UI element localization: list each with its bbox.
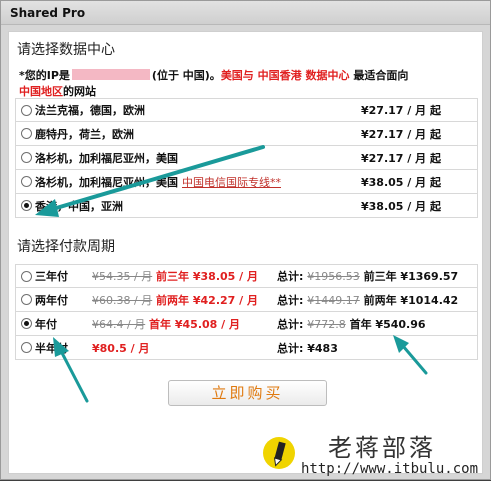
datacenter-price: ¥38.05 / 月 起 (361, 199, 441, 213)
purchase-window: Shared Pro 请选择数据中心 *您的IP是 (位于 中国)。美国与 中国香… (0, 0, 491, 480)
datacenter-option-frankfurt[interactable]: 法兰克福，德国，欧洲 ¥27.17 / 月 起 (15, 98, 478, 122)
location-notice: *您的IP是 (位于 中国)。美国与 中国香港 数据中心 最适合面向中国地区的网站 (19, 68, 477, 100)
billing-option-2-year[interactable]: 两年付 ¥60.38 / 月 前两年 ¥42.27 / 月 总计: ¥1449.… (15, 288, 478, 312)
old-total: ¥1956.53 (307, 270, 360, 283)
notice-region: 中国地区 (19, 85, 63, 98)
billing-option-annual[interactable]: 年付 ¥64.4 / 月 首年 ¥45.08 / 月 总计: ¥772.8 首年… (15, 312, 478, 336)
radio-button[interactable] (21, 342, 32, 353)
notice-middle: 最适合面向 (349, 69, 409, 82)
billing-price: ¥54.35 / 月 前三年 ¥38.05 / 月 (92, 268, 258, 284)
datacenter-list: 法兰克福，德国，欧洲 ¥27.17 / 月 起 鹿特丹，荷兰，欧洲 ¥27.17… (15, 98, 478, 218)
billing-total: 总计: ¥483 (277, 340, 338, 356)
offer-price: 前三年 ¥38.05 / 月 (156, 270, 259, 283)
old-total: ¥772.8 (307, 317, 346, 331)
window-title: Shared Pro (1, 1, 490, 25)
total-label: 总计: (277, 341, 304, 355)
datacenter-price: ¥38.05 / 月 起 (361, 175, 441, 189)
datacenter-option-rotterdam[interactable]: 鹿特丹，荷兰，欧洲 ¥27.17 / 月 起 (15, 122, 478, 146)
radio-button-checked[interactable] (21, 318, 32, 329)
cn2-line-link[interactable]: 中国电信国际专线** (182, 174, 281, 190)
old-price: ¥54.35 / 月 (92, 270, 153, 283)
notice-prefix: *您的IP是 (19, 69, 70, 82)
billing-label: 半年付 (35, 341, 68, 355)
datacenter-option-los-angeles[interactable]: 洛杉机，加利福尼亚州，美国 ¥27.17 / 月 起 (15, 146, 478, 170)
watermark-logo (263, 437, 295, 469)
total-value: 首年 ¥540.96 (349, 317, 426, 331)
offer-price: 首年 ¥45.08 / 月 (149, 317, 241, 331)
billing-label: 三年付 (35, 270, 68, 283)
datacenter-price: ¥27.17 / 月 起 (361, 151, 441, 165)
billing-label: 两年付 (35, 293, 68, 307)
datacenter-label: 鹿特丹，荷兰，欧洲 (35, 127, 134, 141)
datacenter-option-los-angeles-cn2[interactable]: 洛杉机，加利福尼亚州，美国 中国电信国际专线** ¥38.05 / 月 起 (15, 170, 478, 194)
notice-after-ip: (位于 中国)。 (151, 69, 221, 82)
billing-price: ¥60.38 / 月 前两年 ¥42.27 / 月 (92, 292, 258, 308)
radio-button[interactable] (21, 176, 32, 187)
offer-price: 前两年 ¥42.27 / 月 (156, 293, 259, 307)
datacenter-label: 香港，中国，亚洲 (35, 199, 123, 213)
datacenter-price: ¥27.17 / 月 起 (361, 104, 441, 117)
radio-button-checked[interactable] (21, 200, 32, 211)
billing-total: 总计: ¥772.8 首年 ¥540.96 (277, 316, 426, 332)
datacenter-option-hongkong[interactable]: 香港，中国，亚洲 ¥38.05 / 月 起 (15, 194, 478, 218)
old-price: ¥64.4 / 月 (92, 317, 146, 331)
billing-total: 总计: ¥1956.53 前三年 ¥1369.57 (277, 268, 458, 284)
radio-button[interactable] (21, 294, 32, 305)
datacenter-label: 洛杉机，加利福尼亚州，美国 (35, 175, 178, 189)
offer-price: ¥80.5 / 月 (92, 341, 150, 355)
billing-option-3-year[interactable]: 三年付 ¥54.35 / 月 前三年 ¥38.05 / 月 总计: ¥1956.… (15, 264, 478, 288)
radio-button[interactable] (21, 128, 32, 139)
datacenter-label: 洛杉机，加利福尼亚州，美国 (35, 151, 178, 165)
datacenter-heading: 请选择数据中心 (17, 42, 115, 58)
redacted-ip (71, 69, 150, 80)
billing-label: 年付 (35, 317, 57, 331)
total-label: 总计: (277, 293, 304, 307)
watermark-url: http://www.itbulu.com (301, 461, 479, 477)
billing-total: 总计: ¥1449.17 前两年 ¥1014.42 (277, 292, 458, 308)
datacenter-price: ¥27.17 / 月 起 (361, 127, 441, 141)
total-value: ¥483 (307, 341, 338, 355)
pencil-icon (273, 441, 286, 467)
datacenter-label: 法兰克福，德国，欧洲 (35, 104, 145, 117)
radio-button[interactable] (21, 104, 32, 116)
billing-price: ¥64.4 / 月 首年 ¥45.08 / 月 (92, 316, 240, 332)
notice-suffix: 的网站 (63, 85, 96, 98)
old-total: ¥1449.17 (307, 293, 360, 307)
buy-now-button[interactable]: 立即购买 (168, 380, 327, 406)
radio-button[interactable] (21, 270, 32, 282)
radio-button[interactable] (21, 152, 32, 163)
order-panel: 请选择数据中心 *您的IP是 (位于 中国)。美国与 中国香港 数据中心 最适合面… (8, 31, 483, 474)
billing-price: ¥80.5 / 月 (92, 340, 149, 356)
billing-heading: 请选择付款周期 (17, 239, 115, 255)
total-value: 前两年 ¥1014.42 (363, 293, 459, 307)
billing-option-semiannual[interactable]: 半年付 ¥80.5 / 月 总计: ¥483 (15, 336, 478, 360)
total-value: 前三年 ¥1369.57 (363, 270, 459, 283)
watermark-name: 老蒋部落 (328, 434, 436, 462)
notice-highlight: 美国与 中国香港 数据中心 (220, 69, 350, 82)
total-label: 总计: (277, 270, 304, 283)
billing-list: 三年付 ¥54.35 / 月 前三年 ¥38.05 / 月 总计: ¥1956.… (15, 264, 478, 360)
old-price: ¥60.38 / 月 (92, 293, 153, 307)
total-label: 总计: (277, 317, 304, 331)
